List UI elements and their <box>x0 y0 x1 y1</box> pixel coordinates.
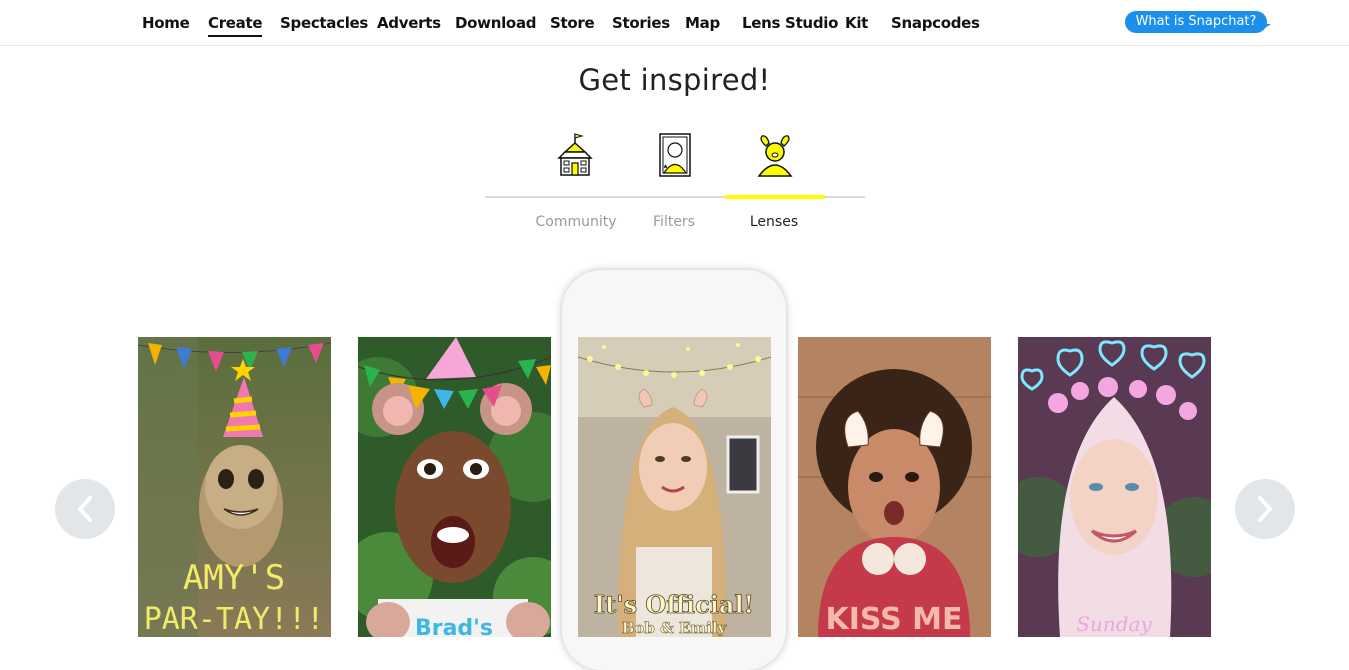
card-caption: AMY'S <box>183 558 285 598</box>
puppy-lens-icon[interactable] <box>755 130 795 180</box>
card-caption: Sunday <box>1076 612 1152 636</box>
lens-card-meerkat[interactable]: AMY'S PAR-TAY!!! <box>138 337 331 637</box>
nav-create[interactable]: Create <box>208 14 263 37</box>
lens-card-wedding[interactable]: It's Official! Bob & Emily <box>578 337 771 637</box>
lens-card-hearts[interactable]: Sunday <box>1018 337 1211 637</box>
speech-bubble-tail <box>1259 24 1271 32</box>
nav-lens-studio[interactable]: Lens Studio <box>742 14 838 32</box>
portrait-frame-icon[interactable] <box>655 130 695 180</box>
nav-store[interactable]: Store <box>550 14 595 32</box>
lens-card-kiss-me[interactable]: KISS ME <box>798 337 991 637</box>
nav-snapcodes[interactable]: Snapcodes <box>891 14 980 32</box>
card-caption: It's Official! <box>594 590 754 619</box>
carousel-next-button[interactable] <box>1235 479 1295 539</box>
nav-map[interactable]: Map <box>685 14 720 32</box>
chevron-left-icon <box>78 496 92 522</box>
nav-kit[interactable]: Kit <box>845 14 868 32</box>
schoolhouse-icon[interactable] <box>555 130 595 180</box>
nav-spectacles[interactable]: Spectacles <box>280 14 368 32</box>
top-navigation: Home Create Spectacles Adverts Download … <box>0 0 1349 46</box>
card-caption: Brad's <box>415 616 493 637</box>
chevron-right-icon <box>1258 496 1272 522</box>
card-caption: Bob & Emily <box>622 619 728 637</box>
nav-stories[interactable]: Stories <box>612 14 670 32</box>
lens-card-party-bear[interactable]: Brad's <box>358 337 551 637</box>
nav-download[interactable]: Download <box>455 14 537 32</box>
nav-adverts[interactable]: Adverts <box>377 14 441 32</box>
carousel-prev-button[interactable] <box>55 479 115 539</box>
page-title: Get inspired! <box>578 63 771 97</box>
active-tab-indicator <box>725 195 825 199</box>
tab-lenses[interactable]: Lenses <box>714 214 834 230</box>
what-is-snapchat-button[interactable]: What is Snapchat? <box>1125 11 1267 33</box>
nav-home[interactable]: Home <box>142 14 190 32</box>
